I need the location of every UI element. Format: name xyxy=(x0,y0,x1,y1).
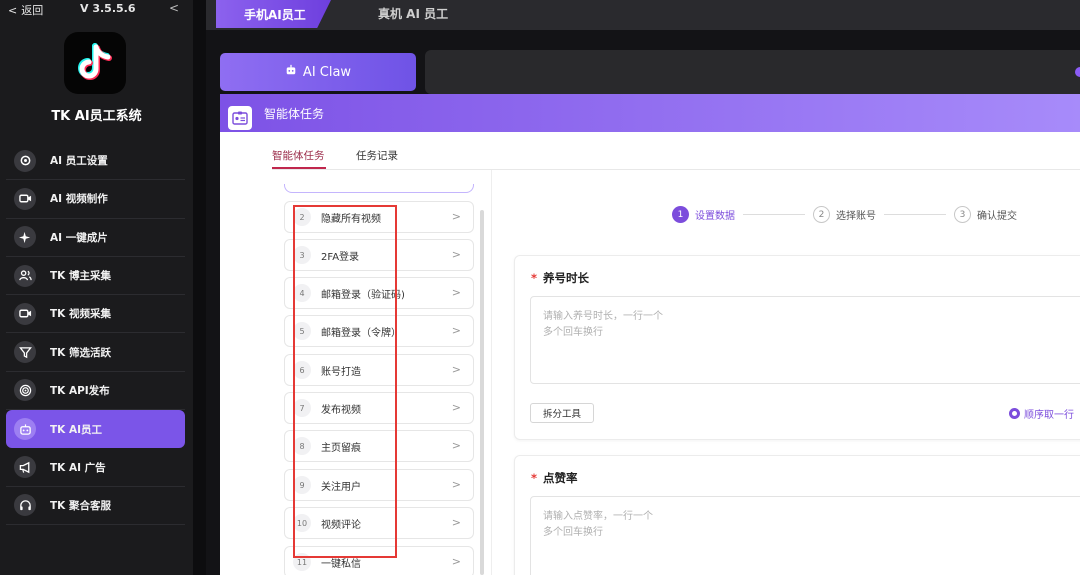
tab-agent-task[interactable]: 智能体任务 xyxy=(272,148,325,163)
step-label: 选择账号 xyxy=(836,211,876,222)
like-rate-textarea[interactable]: 请输入点赞率，一行一个 多个回车换行 xyxy=(530,496,1080,575)
chevron-right-icon: > xyxy=(451,210,461,223)
subtab-divider xyxy=(272,169,1080,170)
step-indicator: 1 设置数据 2 选择账号 3 确认提交 xyxy=(672,206,1017,223)
toolbar-strip xyxy=(425,50,1080,94)
highlight-box xyxy=(293,205,397,558)
ai-claw-label: AI Claw xyxy=(302,64,352,80)
chevron-left-icon: < xyxy=(8,3,18,17)
field-card-like-rate: * 点赞率 请输入点赞率，一行一个 多个回车换行 xyxy=(514,455,1080,575)
version-label: V 3.5.5.6 xyxy=(80,2,136,15)
sidebar-item-label: TK 聚合客服 xyxy=(50,499,111,512)
chevron-right-icon: > xyxy=(451,401,461,414)
required-mark: * xyxy=(531,271,538,285)
sidebar-item-ai-one-click[interactable]: AI 一键成片 xyxy=(6,219,185,257)
video-camera-icon xyxy=(14,187,36,210)
sidebar-item-ai-video[interactable]: AI 视频制作 xyxy=(6,180,185,219)
chevron-right-icon: > xyxy=(451,478,461,491)
sidebar: < 返回 V 3.5.5.6 < TK AI员工系统 AI 员工设置 AI 视频… xyxy=(0,0,193,575)
filter-icon xyxy=(14,341,36,364)
sidebar-item-blogger-collect[interactable]: TK 博主采集 xyxy=(6,257,185,296)
sidebar-item-customer-service[interactable]: TK 聚合客服 xyxy=(6,487,185,525)
robot-icon xyxy=(14,418,36,441)
sidebar-item-label: TK 视频采集 xyxy=(50,308,111,321)
users-icon xyxy=(14,264,36,287)
sidebar-item-label: AI 一键成片 xyxy=(50,231,108,244)
step-number: 3 xyxy=(954,206,971,223)
list-item-previous xyxy=(284,184,474,193)
chevron-right-icon: > xyxy=(451,248,461,261)
headset-icon xyxy=(14,494,36,517)
chevron-right-icon: > xyxy=(451,555,461,568)
top-tabs: 手机AI员工 真机 AI 员工 xyxy=(206,0,1080,30)
sidebar-menu: AI 员工设置 AI 视频制作 AI 一键成片 TK 博主采集 TK 视频采集 … xyxy=(6,142,185,525)
field-card-nurture-duration: * 养号时长 请输入养号时长，一行一个 多个回车换行 拆分工具 顺序取一行 xyxy=(514,255,1080,440)
tab-mobile-ai-staff[interactable]: 手机AI员工 xyxy=(216,0,331,28)
chevron-right-icon: > xyxy=(451,286,461,299)
order-option-label: 顺序取一行 xyxy=(1024,410,1074,421)
collapse-icon[interactable]: < xyxy=(169,1,179,15)
chevron-right-icon: > xyxy=(451,363,461,376)
chevron-right-icon: > xyxy=(451,324,461,337)
sidebar-item-video-collect[interactable]: TK 视频采集 xyxy=(6,295,185,334)
textarea-placeholder: 请输入养号时长，一行一个 多个回车换行 xyxy=(543,311,663,338)
step-label: 确认提交 xyxy=(977,211,1017,222)
chevron-right-icon: > xyxy=(451,439,461,452)
panel-header: 智能体任务 xyxy=(220,94,1080,132)
sidebar-item-ai-ads[interactable]: TK AI 广告 xyxy=(6,448,185,487)
sidebar-item-ai-staff[interactable]: TK AI员工 xyxy=(6,410,185,449)
ai-claw-button[interactable]: AI Claw xyxy=(220,53,416,91)
sidebar-item-label: AI 视频制作 xyxy=(50,193,108,206)
tab-task-record[interactable]: 任务记录 xyxy=(356,148,398,163)
status-dot xyxy=(1075,67,1080,77)
sidebar-item-ai-staff-settings[interactable]: AI 员工设置 xyxy=(6,142,185,181)
sidebar-topbar: < 返回 V 3.5.5.6 < xyxy=(0,0,193,20)
step-number: 2 xyxy=(813,206,830,223)
field-title-text: 养号时长 xyxy=(543,271,590,285)
step-number: 1 xyxy=(672,206,689,223)
tab-real-device-ai-staff[interactable]: 真机 AI 员工 xyxy=(378,5,448,22)
panel-title: 智能体任务 xyxy=(264,107,325,121)
step-connector xyxy=(743,214,805,215)
textarea-placeholder: 请输入点赞率，一行一个 多个回车换行 xyxy=(543,511,653,538)
id-card-icon xyxy=(228,106,252,130)
sparkle-icon xyxy=(14,226,36,249)
split-tool-button[interactable]: 拆分工具 xyxy=(530,403,594,423)
step-connector xyxy=(884,214,946,215)
radio-icon xyxy=(1009,408,1020,419)
sidebar-item-filter-active[interactable]: TK 筛选活跃 xyxy=(6,333,185,372)
order-option[interactable]: 顺序取一行 xyxy=(1009,406,1074,421)
back-label: 返回 xyxy=(21,4,44,17)
sidebar-item-label: TK API发布 xyxy=(50,384,110,397)
tiktok-logo xyxy=(64,32,126,94)
sidebar-item-label: TK 筛选活跃 xyxy=(50,346,111,359)
target-icon xyxy=(14,379,36,402)
video-camera-icon xyxy=(14,302,36,325)
robot-icon xyxy=(285,64,297,80)
step-label: 设置数据 xyxy=(695,211,735,222)
app-title: TK AI员工系统 xyxy=(51,109,142,124)
sidebar-item-api-publish[interactable]: TK API发布 xyxy=(6,372,185,411)
sidebar-item-label: TK AI员工 xyxy=(50,423,102,436)
field-title-text: 点赞率 xyxy=(543,471,578,485)
chevron-right-icon: > xyxy=(451,516,461,529)
task-list-scrollbar[interactable] xyxy=(480,210,484,575)
sidebar-item-label: TK 博主采集 xyxy=(50,270,111,283)
sidebar-item-label: AI 员工设置 xyxy=(50,155,108,168)
required-mark: * xyxy=(531,471,538,485)
column-divider xyxy=(491,170,492,575)
nurture-duration-textarea[interactable]: 请输入养号时长，一行一个 多个回车换行 xyxy=(530,296,1080,384)
app-window: < 返回 V 3.5.5.6 < TK AI员工系统 AI 员工设置 AI 视频… xyxy=(0,0,1080,575)
back-button[interactable]: < 返回 xyxy=(8,2,43,18)
gear-icon xyxy=(14,149,36,172)
sidebar-item-label: TK AI 广告 xyxy=(50,461,106,474)
field-title: * 养号时长 xyxy=(531,270,589,286)
field-title: * 点赞率 xyxy=(531,470,578,486)
megaphone-icon xyxy=(14,456,36,479)
